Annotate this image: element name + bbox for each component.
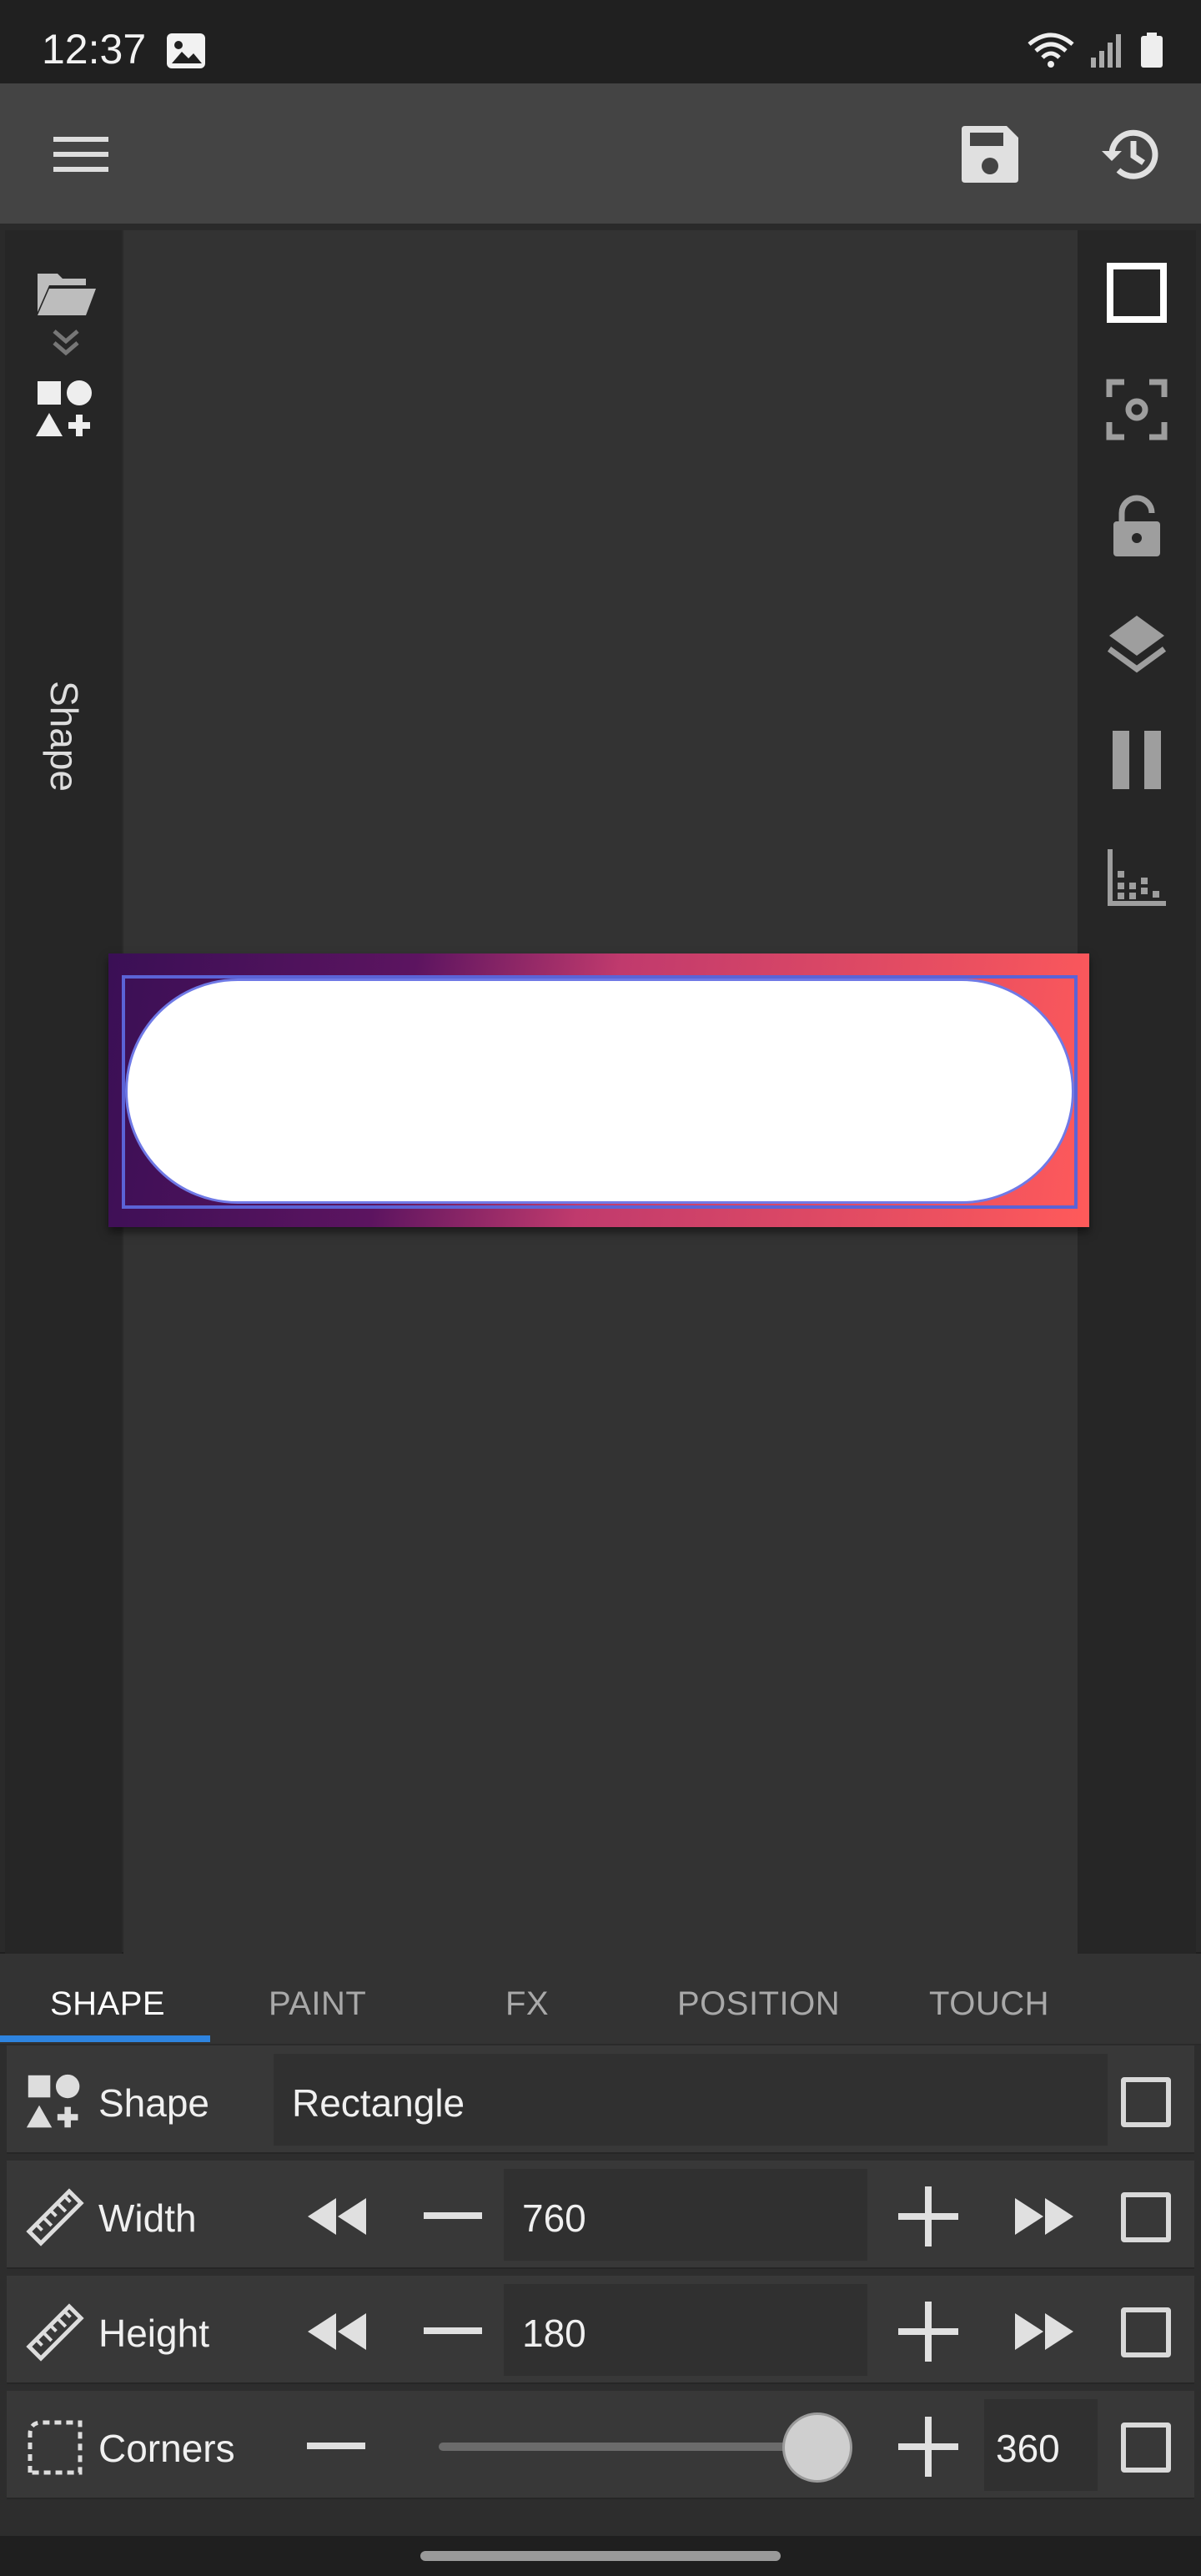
selection-box <box>122 975 1078 1209</box>
plus-icon[interactable] <box>891 2409 966 2484</box>
fast-forward-icon[interactable] <box>1008 2179 1083 2254</box>
right-toolbar <box>1078 230 1196 1954</box>
corners-row: Corners 360 <box>7 2391 1194 2499</box>
pause-icon[interactable] <box>1099 722 1174 797</box>
rewind-icon[interactable] <box>299 2179 374 2254</box>
corners-icon <box>22 2414 88 2481</box>
chart-icon[interactable] <box>1099 839 1174 914</box>
shape-select[interactable]: Rectangle <box>274 2054 1108 2146</box>
width-value: 760 <box>522 2196 586 2240</box>
tab-shape[interactable]: SHAPE <box>50 1985 165 2023</box>
minus-icon[interactable] <box>415 2179 490 2254</box>
tab-fx[interactable]: FX <box>505 1985 549 2023</box>
tab-touch[interactable]: TOUCH <box>929 1985 1049 2023</box>
active-tab-indicator <box>0 2035 210 2042</box>
plus-icon[interactable] <box>891 2294 966 2369</box>
tab-position[interactable]: POSITION <box>677 1985 840 2023</box>
rectangle-icon[interactable] <box>1099 255 1174 330</box>
home-gesture-handle[interactable] <box>420 2551 781 2561</box>
focus-icon[interactable] <box>1099 372 1174 447</box>
layers-icon[interactable] <box>1099 606 1174 681</box>
shape-label: Shape <box>98 2081 210 2125</box>
menu-icon[interactable] <box>43 117 118 192</box>
wifi-icon <box>1026 31 1076 73</box>
width-checkbox[interactable] <box>1121 2192 1171 2242</box>
property-tabs: SHAPE PAINT FX POSITION TOUCH <box>0 1954 1201 2045</box>
folder-open-icon[interactable] <box>28 255 103 330</box>
shapes-icon <box>22 2069 88 2136</box>
width-label: Width <box>98 2196 197 2240</box>
shapes-icon[interactable] <box>28 372 103 447</box>
corners-label: Corners <box>98 2427 235 2470</box>
ruler-icon <box>22 2184 88 2251</box>
tab-paint[interactable]: PAINT <box>269 1985 366 2023</box>
history-icon[interactable] <box>1094 117 1169 192</box>
corners-checkbox[interactable] <box>1121 2423 1171 2473</box>
corners-value: 360 <box>996 2427 1060 2470</box>
navigation-bar <box>0 2536 1201 2576</box>
shape-value: Rectangle <box>292 2081 465 2125</box>
width-input[interactable]: 760 <box>504 2169 867 2261</box>
lock-icon[interactable] <box>1099 489 1174 564</box>
height-checkbox[interactable] <box>1121 2307 1171 2357</box>
width-row: Width 760 <box>7 2161 1194 2269</box>
signal-icon <box>1089 31 1126 73</box>
minus-icon[interactable] <box>299 2409 374 2484</box>
left-toolbar: Shape <box>5 230 122 1954</box>
corners-input[interactable]: 360 <box>984 2399 1098 2491</box>
corners-slider-thumb[interactable] <box>782 2412 852 2483</box>
fast-forward-icon[interactable] <box>1008 2294 1083 2369</box>
plus-icon[interactable] <box>891 2179 966 2254</box>
height-row: Height 180 <box>7 2276 1194 2384</box>
minus-icon[interactable] <box>415 2294 490 2369</box>
shape-preview-background <box>108 953 1089 1227</box>
chevron-double-down-icon[interactable] <box>28 322 103 364</box>
corners-slider-track[interactable] <box>439 2443 814 2451</box>
image-notification-icon <box>165 32 207 70</box>
height-input[interactable]: 180 <box>504 2284 867 2376</box>
save-icon[interactable] <box>952 117 1028 192</box>
app-bar <box>0 83 1201 224</box>
ruler-icon <box>22 2299 88 2366</box>
shape-checkbox[interactable] <box>1121 2077 1171 2127</box>
properties-panel: Shape Rectangle Width 760 Height 180 Cor… <box>0 2045 1201 2543</box>
height-label: Height <box>98 2312 209 2355</box>
height-value: 180 <box>522 2312 586 2355</box>
shape-tool-label: Shape <box>43 681 86 792</box>
battery-icon <box>1139 31 1164 73</box>
shape-row: Shape Rectangle <box>7 2045 1194 2154</box>
status-bar: 12:37 <box>0 0 1201 83</box>
status-time: 12:37 <box>42 26 147 73</box>
rewind-icon[interactable] <box>299 2294 374 2369</box>
